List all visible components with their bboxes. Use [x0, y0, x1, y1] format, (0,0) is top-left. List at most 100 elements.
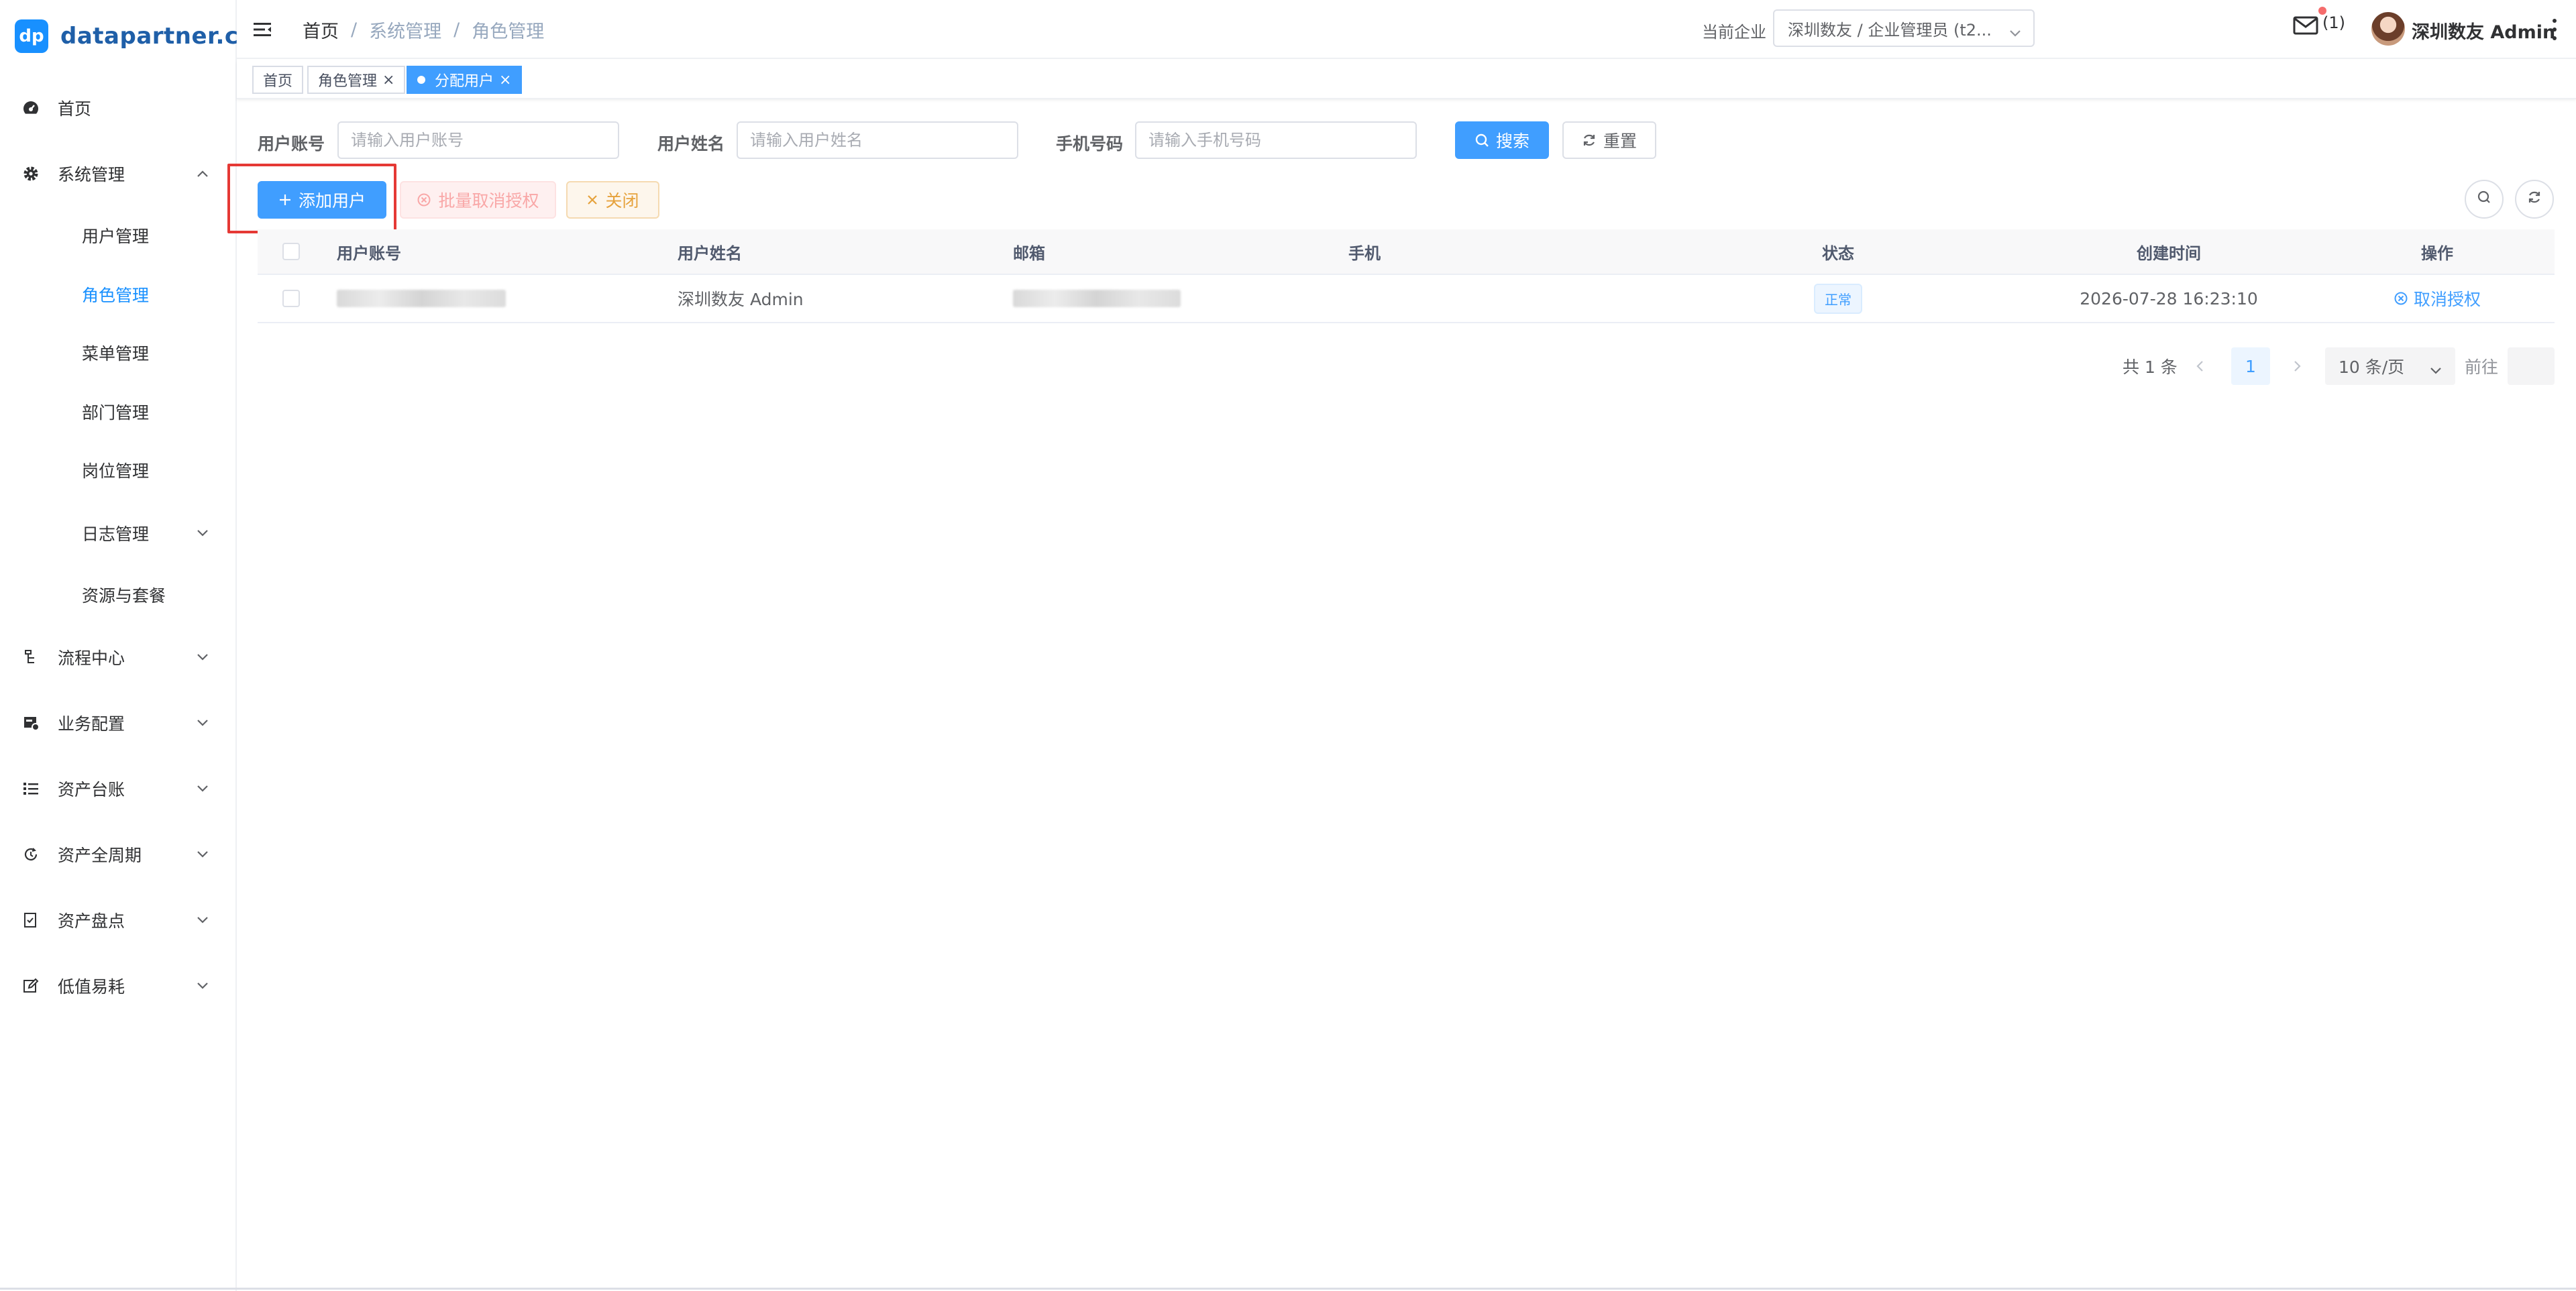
goto-label: 前往 [2465, 357, 2499, 377]
sidebar-item-label: 首页 [58, 99, 92, 119]
hamburger-menu-icon[interactable] [252, 19, 273, 40]
refresh-table-button[interactable] [2515, 180, 2554, 219]
breadcrumb-item-home[interactable]: 首页 [303, 17, 339, 43]
sidebar-item-log-mgmt[interactable]: 日志管理 [0, 513, 235, 553]
sidebar-item-workflow[interactable]: 流程中心 [0, 637, 235, 677]
add-user-button[interactable]: 添加用户 [258, 181, 386, 219]
logo-badge: dp [15, 19, 48, 53]
tab-label: 分配用户 [435, 73, 494, 90]
next-page-button[interactable] [2293, 347, 2302, 385]
close-icon[interactable]: × [499, 72, 511, 89]
tab-assign-user[interactable]: 分配用户 × [407, 66, 523, 94]
chevron-down-icon [196, 913, 209, 927]
phone-label: 手机号码 [1056, 134, 1124, 154]
col-header-phone: 手机 [1348, 243, 1381, 263]
sidebar-item-system[interactable]: 系统管理 [0, 154, 235, 194]
row-checkbox[interactable] [282, 290, 300, 307]
sidebar-item-label: 部门管理 [82, 403, 150, 423]
chevron-down-icon [196, 782, 209, 795]
table-row: 深圳数友 Admin 正常 2026-07-28 16:23:10 取消授权 [258, 275, 2555, 323]
company-label: 当前企业 [1702, 23, 1766, 42]
sidebar-item-consumables[interactable]: 低值易耗 [0, 966, 235, 1006]
tab-home[interactable]: 首页 [252, 66, 304, 94]
toggle-search-button[interactable] [2465, 180, 2504, 219]
plus-icon [278, 193, 292, 207]
chevron-down-icon [196, 979, 209, 993]
sidebar-item-dept-mgmt[interactable]: 部门管理 [0, 392, 235, 432]
reset-button[interactable]: 重置 [1562, 121, 1656, 159]
row-select-cell [258, 275, 325, 322]
breadcrumb-item-role: 角色管理 [472, 21, 545, 42]
col-header-status: 状态 [1822, 243, 1854, 263]
sidebar-item-asset-ledger[interactable]: 资产台账 [0, 769, 235, 809]
edit-icon [21, 976, 40, 995]
lifecycle-icon [21, 845, 40, 864]
company-select[interactable]: 深圳数友 / 企业管理员 (t2... [1773, 9, 2035, 47]
flow-icon [21, 648, 40, 667]
cell-created: 2026-07-28 16:23:10 [2080, 288, 2258, 308]
phone-input[interactable] [1135, 121, 1417, 159]
cell-status: 正常 [1771, 275, 1905, 322]
sidebar-item-label: 系统管理 [58, 165, 125, 184]
bottom-divider [0, 1288, 2576, 1290]
breadcrumb-separator: / [351, 19, 358, 40]
sidebar-item-label: 资源与套餐 [82, 586, 166, 606]
close-icon [586, 194, 598, 206]
sidebar-item-label: 业务配置 [58, 714, 125, 734]
search-icon [2476, 189, 2492, 209]
dashboard-icon [21, 99, 40, 117]
sidebar-item-resource-plan[interactable]: 资源与套餐 [0, 575, 235, 615]
close-button[interactable]: 关闭 [566, 181, 659, 219]
page-size-select[interactable]: 10 条/页 [2325, 347, 2455, 385]
sidebar-item-label: 资产全周期 [58, 846, 142, 865]
cancel-auth-link[interactable]: 取消授权 [2394, 286, 2481, 311]
user-table: 用户账号 用户姓名 邮箱 手机 状态 创建时间 操作 深圳数友 Admin 正常… [258, 229, 2555, 323]
page-number-1[interactable]: 1 [2231, 347, 2270, 385]
list-icon [21, 779, 40, 798]
goto-page-input[interactable] [2508, 347, 2555, 385]
search-button[interactable]: 搜索 [1455, 121, 1549, 159]
sidebar-item-biz-config[interactable]: 业务配置 [0, 703, 235, 743]
sidebar-item-label: 菜单管理 [82, 344, 150, 363]
col-header-account: 用户账号 [337, 243, 401, 263]
select-all-checkbox[interactable] [282, 243, 300, 260]
refresh-icon [2526, 189, 2542, 209]
table-header: 用户账号 用户姓名 邮箱 手机 状态 创建时间 操作 [258, 229, 2555, 275]
sidebar-item-asset-inventory[interactable]: 资产盘点 [0, 900, 235, 940]
user-name[interactable]: 深圳数友 Admin [2412, 17, 2555, 44]
prev-page-button[interactable] [2195, 347, 2204, 385]
chevron-up-icon [196, 167, 209, 180]
sidebar-item-label: 用户管理 [82, 227, 150, 246]
name-input[interactable] [737, 121, 1018, 159]
sidebar-item-menu-mgmt[interactable]: 菜单管理 [0, 333, 235, 373]
sidebar-item-user-mgmt[interactable]: 用户管理 [0, 215, 235, 256]
sidebar-item-post-mgmt[interactable]: 岗位管理 [0, 450, 235, 490]
app-logo[interactable]: dp datapartner.cn [15, 16, 255, 56]
search-button-label: 搜索 [1495, 131, 1529, 151]
reset-button-label: 重置 [1603, 131, 1637, 151]
checklist-icon [21, 911, 40, 930]
col-header-email: 邮箱 [1013, 243, 1045, 263]
sidebar-item-asset-lifecycle[interactable]: 资产全周期 [0, 834, 235, 875]
avatar[interactable] [2371, 12, 2405, 46]
more-vertical-icon[interactable] [2552, 19, 2557, 40]
redacted-account [337, 290, 506, 307]
account-input[interactable] [337, 121, 619, 159]
sidebar-item-label: 流程中心 [58, 649, 125, 668]
batch-cancel-auth-button[interactable]: 批量取消授权 [400, 181, 556, 219]
tags-view: 首页 角色管理 × 分配用户 × [237, 60, 2576, 99]
sidebar-item-home[interactable]: 首页 [0, 88, 235, 128]
chevron-down-icon [196, 651, 209, 664]
sidebar-item-label: 日志管理 [82, 524, 150, 544]
chevron-down-icon [196, 716, 209, 730]
sidebar-item-label: 低值易耗 [58, 977, 125, 997]
breadcrumb-item-system: 系统管理 [369, 21, 442, 42]
close-icon[interactable]: × [382, 72, 394, 89]
mail-icon[interactable] [2293, 15, 2320, 38]
sidebar-item-role-mgmt[interactable]: 角色管理 [0, 274, 235, 315]
tab-role-mgmt[interactable]: 角色管理 × [307, 66, 406, 94]
add-user-button-label: 添加用户 [298, 191, 366, 211]
mail-count: (1) [2322, 13, 2345, 32]
col-header-action: 操作 [2421, 243, 2453, 263]
redacted-email [1013, 290, 1181, 307]
